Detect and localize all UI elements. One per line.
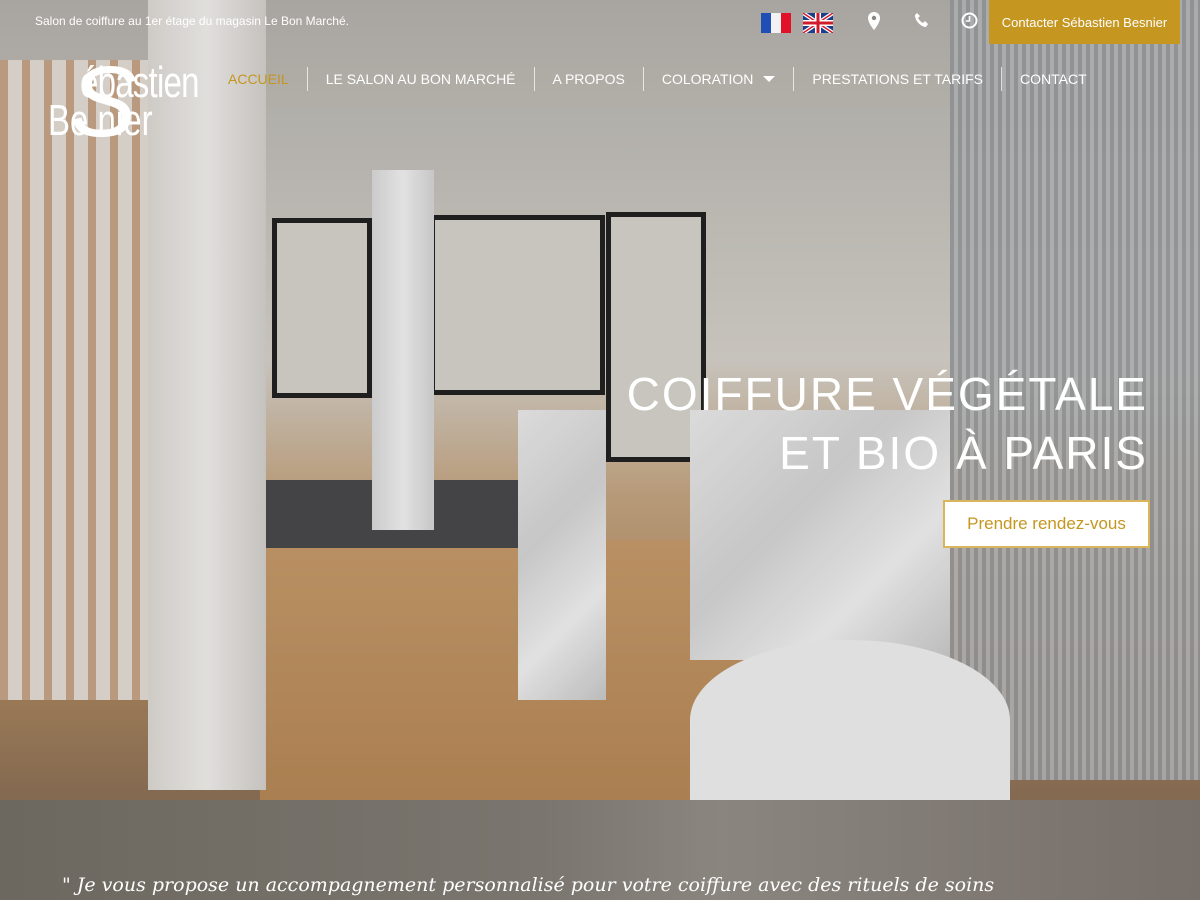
chevron-down-icon [763,76,776,82]
nav-coloration[interactable]: COLORATION [642,67,794,91]
map-marker-icon[interactable] [867,12,881,35]
phone-icon[interactable] [914,12,930,33]
quote-text: " Je vous propose un accompagnement pers… [62,874,995,896]
nav-salon[interactable]: LE SALON AU BON MARCHÉ [306,67,534,91]
nav-contact[interactable]: CONTACT [1001,67,1105,91]
uk-flag-icon[interactable] [801,11,835,35]
main-nav: ACCUEIL LE SALON AU BON MARCHÉ A PROPOS … [210,66,1140,92]
contact-button[interactable]: Contacter Sébastien Besnier [989,0,1180,44]
nav-a-propos[interactable]: A PROPOS [533,67,643,91]
clock-icon[interactable] [961,12,978,34]
book-appointment-button[interactable]: Prendre rendez-vous [943,500,1150,548]
logo[interactable]: S ébastien Be nier [48,52,208,160]
hero-headline: COIFFURE VÉGÉTALE ET BIO À PARIS [626,368,1148,479]
nav-prestations[interactable]: PRESTATIONS ET TARIFS [793,67,1001,91]
logo-line2: Be nier [48,96,153,145]
fr-flag-icon[interactable] [761,13,791,33]
nav-accueil[interactable]: ACCUEIL [210,67,307,91]
tagline: Salon de coiffure au 1er étage du magasi… [35,14,349,28]
